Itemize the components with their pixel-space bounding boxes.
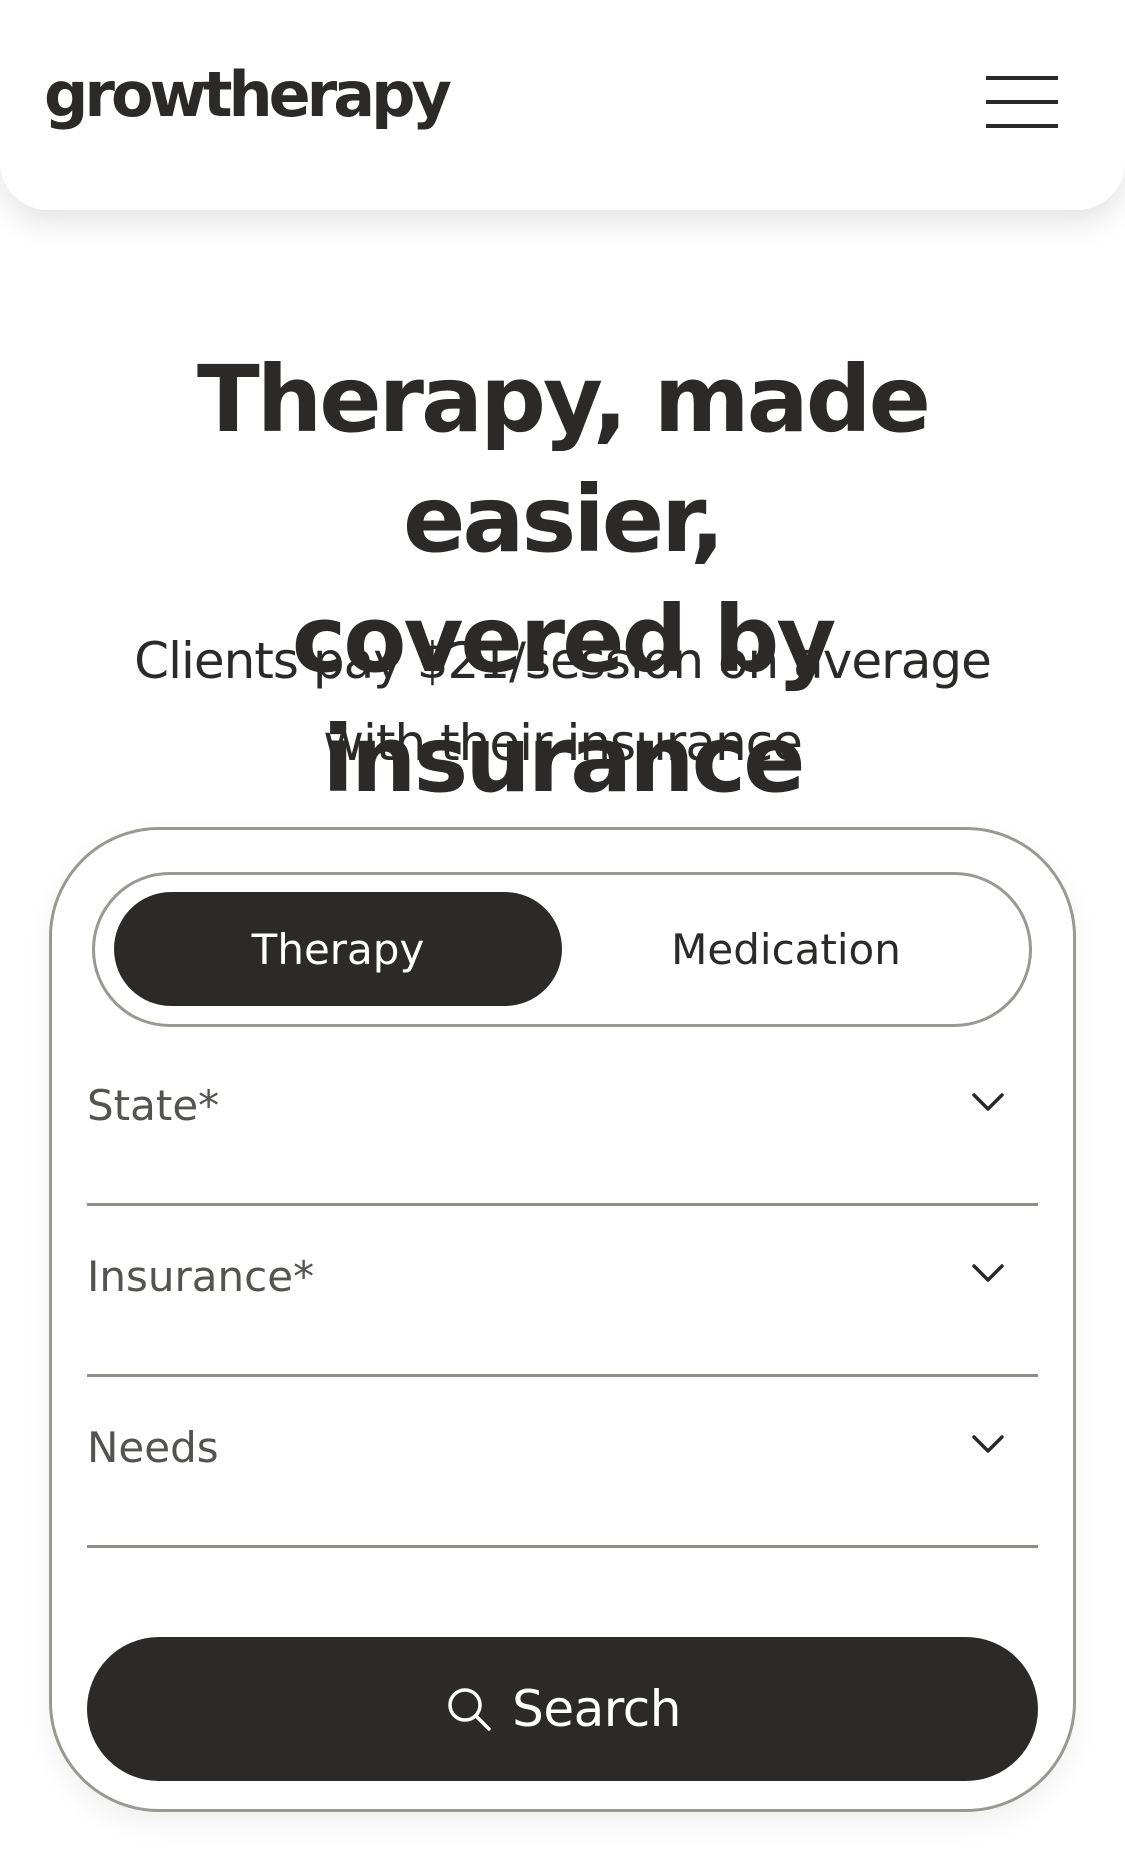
- state-select[interactable]: State*: [87, 1036, 1038, 1206]
- needs-select[interactable]: Needs: [87, 1378, 1038, 1548]
- hamburger-menu-icon[interactable]: [980, 76, 1058, 130]
- hero-title-line-1: Therapy, made easier,: [197, 346, 931, 573]
- state-select-label: State*: [87, 1081, 220, 1130]
- menu-bar: [986, 100, 1058, 104]
- chevron-down-icon: [972, 1093, 1004, 1111]
- top-header: growtherapy: [0, 0, 1125, 210]
- search-button-label: Search: [512, 1680, 681, 1738]
- hero-subtitle-line-2: with their insurance: [323, 714, 803, 772]
- growtherapy-logo[interactable]: growtherapy: [44, 58, 452, 131]
- tab-therapy[interactable]: Therapy: [114, 892, 562, 1006]
- search-button[interactable]: Search: [87, 1637, 1038, 1781]
- insurance-select-label: Insurance*: [87, 1252, 315, 1301]
- hero-subtitle: Clients pay $21/session on average with …: [100, 620, 1025, 784]
- tab-medication[interactable]: Medication: [562, 892, 1010, 1006]
- search-icon: [448, 1688, 491, 1731]
- menu-bar: [986, 124, 1058, 128]
- hero-subtitle-line-1: Clients pay $21/session on average: [134, 632, 992, 690]
- menu-bar: [986, 76, 1058, 80]
- chevron-down-icon: [972, 1435, 1004, 1453]
- chevron-down-icon: [972, 1264, 1004, 1282]
- insurance-select[interactable]: Insurance*: [87, 1207, 1038, 1377]
- needs-select-label: Needs: [87, 1423, 219, 1472]
- page: growtherapy Therapy, made easier, covere…: [0, 0, 1125, 1876]
